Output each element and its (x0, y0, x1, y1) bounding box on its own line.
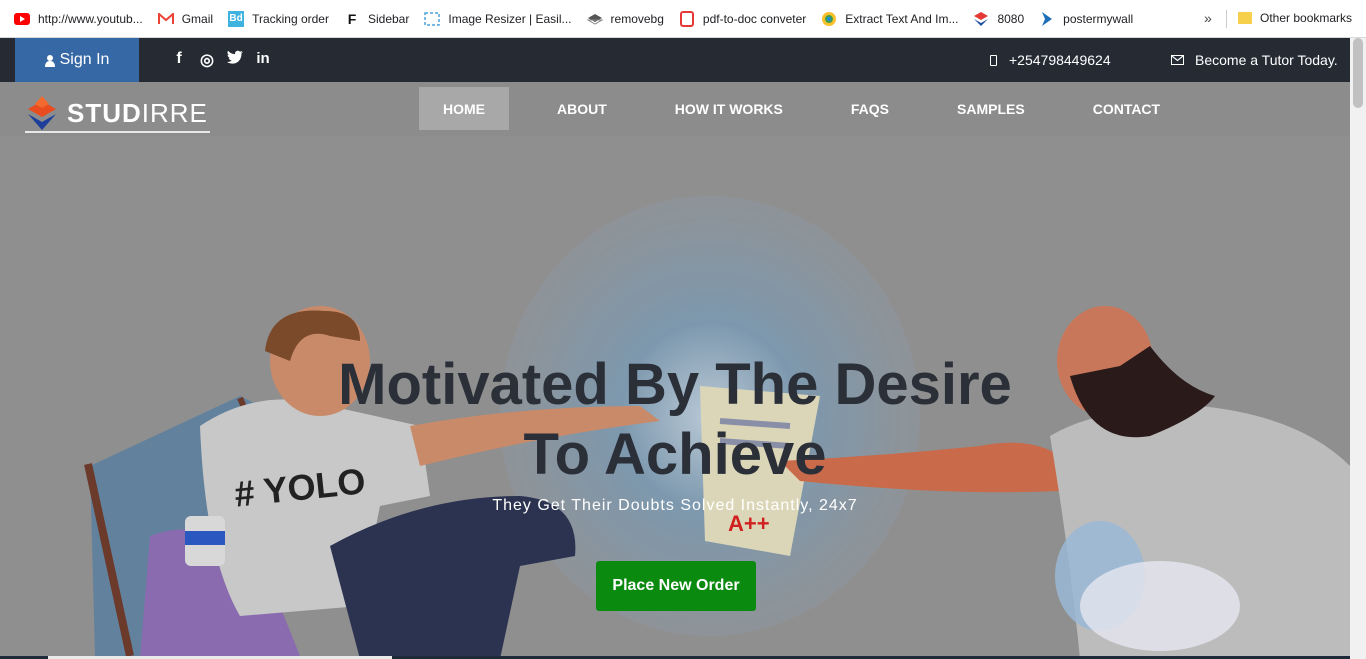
become-tutor-label: Become a Tutor Today. (1195, 52, 1338, 68)
social-links: f ◎ in (165, 50, 277, 70)
sign-in-label: Sign In (59, 51, 110, 68)
bookmark-label: Sidebar (367, 11, 410, 26)
bookmark-label: Image Resizer | Easil... (448, 11, 572, 26)
logo-text-bold: STUD (67, 97, 142, 128)
bookmark-label: Gmail (181, 11, 214, 26)
nav-home[interactable]: HOME (419, 87, 509, 130)
bookmark-label: 8080 (997, 11, 1025, 26)
stack-icon (973, 11, 989, 27)
bookmark-8080[interactable]: 8080 (973, 11, 1024, 27)
top-info-bar: Sign In f ◎ in +254798449624 Become a Tu… (0, 38, 1350, 82)
bookmark-removebg[interactable]: removebg (586, 11, 664, 27)
bookmark-postermywall[interactable]: postermywall (1039, 11, 1133, 27)
nav-faqs[interactable]: FAQS (827, 87, 913, 130)
pdf-icon (679, 10, 695, 27)
bookmark-youtube[interactable]: http://www.youtub... (14, 11, 143, 27)
nav-about[interactable]: ABOUT (533, 87, 631, 130)
bookmarks-bar: http://www.youtub... Gmail Bd Tracking o… (0, 0, 1366, 38)
envelope-icon (1171, 55, 1184, 65)
bookmark-label: Tracking order (252, 11, 329, 26)
sign-in-button[interactable]: Sign In (15, 38, 139, 82)
bookmark-extract-text[interactable]: Extract Text And Im... (821, 11, 958, 27)
bookmark-image-resizer[interactable]: Image Resizer | Easil... (424, 11, 572, 27)
bookmarks-overflow-button[interactable]: » (1204, 10, 1212, 26)
become-tutor-link[interactable]: Become a Tutor Today. (1171, 52, 1338, 68)
image-resizer-icon (424, 11, 441, 27)
scrollbar-thumb[interactable] (1353, 38, 1363, 108)
bookmark-label: http://www.youtub... (38, 11, 143, 26)
phone-icon (990, 54, 997, 66)
bd-icon: Bd (228, 10, 245, 27)
logo-underline (25, 131, 210, 133)
instagram-icon[interactable]: ◎ (193, 50, 221, 70)
bookmark-gmail[interactable]: Gmail (157, 11, 214, 27)
phone-number: +254798449624 (1009, 52, 1111, 68)
nav-how-it-works[interactable]: HOW IT WORKS (651, 87, 807, 130)
nav-contact[interactable]: CONTACT (1069, 87, 1184, 130)
bookmark-sidebar[interactable]: F Sidebar (344, 10, 410, 27)
bookmark-pdf-to-doc[interactable]: pdf-to-doc conveter (679, 10, 807, 27)
youtube-icon (14, 11, 30, 27)
gmail-icon (157, 11, 174, 27)
bookmark-tracking-order[interactable]: Bd Tracking order (228, 10, 329, 27)
logo-mark-icon (25, 96, 59, 130)
bookmark-label: removebg (610, 11, 664, 26)
postermywall-icon (1039, 11, 1055, 27)
hero-section: # YOLO A++ Motivated By The Desire To Ac… (0, 136, 1350, 659)
main-navbar: STUDIRRE HOME ABOUT HOW IT WORKS FAQS SA… (0, 82, 1350, 136)
bookmark-label: Extract Text And Im... (845, 11, 959, 26)
folder-icon (1238, 12, 1252, 24)
logo-text: STUDIRRE (67, 98, 208, 129)
linkedin-icon[interactable]: in (249, 50, 277, 70)
other-bookmarks[interactable]: Other bookmarks (1238, 11, 1352, 25)
site-logo[interactable]: STUDIRRE (25, 96, 208, 130)
extract-icon (821, 11, 837, 27)
facebook-icon[interactable]: f (165, 50, 193, 70)
sidebar-f-icon: F (347, 10, 357, 27)
nav-menu: HOME ABOUT HOW IT WORKS FAQS SAMPLES CON… (419, 87, 1204, 130)
logo-text-light: IRRE (141, 97, 208, 128)
bookmark-label: postermywall (1063, 11, 1134, 26)
bookmark-label: pdf-to-doc conveter (702, 11, 807, 26)
phone-contact[interactable]: +254798449624 (990, 52, 1111, 68)
nav-samples[interactable]: SAMPLES (933, 87, 1049, 130)
other-bookmarks-label: Other bookmarks (1260, 11, 1353, 25)
hero-subtitle: They Get Their Doubts Solved Instantly, … (492, 497, 858, 514)
place-new-order-button[interactable]: Place New Order (596, 561, 756, 611)
user-icon (44, 54, 55, 67)
hero-title: Motivated By The Desire To Achieve (338, 352, 1012, 487)
bookmarks-divider (1226, 10, 1227, 28)
page-scrollbar[interactable] (1350, 38, 1366, 659)
removebg-icon (586, 11, 603, 27)
twitter-icon[interactable] (221, 50, 249, 70)
